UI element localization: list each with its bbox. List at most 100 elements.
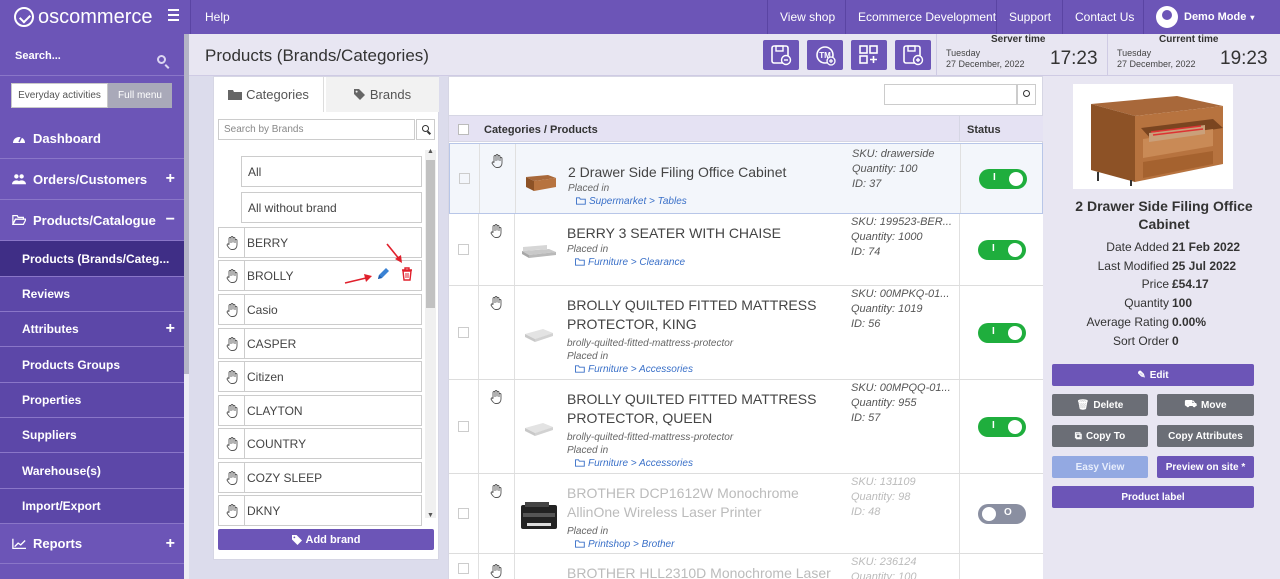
menu-toggle-icon[interactable]	[168, 9, 179, 21]
drag-hand-icon[interactable]	[219, 395, 245, 426]
brand-item[interactable]: DKNY	[218, 495, 422, 526]
product-name[interactable]: BROTHER HLL2310D Monochrome Laser	[567, 564, 842, 579]
brand-item[interactable]: COZY SLEEP	[218, 462, 422, 493]
everyday-activities-toggle[interactable]: Everyday activities	[11, 83, 108, 108]
brand-search-button[interactable]	[416, 119, 435, 140]
search-icon[interactable]	[157, 55, 166, 64]
brand-list-scrollbar[interactable]: ▲ ▼	[425, 148, 436, 519]
drag-handle[interactable]	[479, 286, 515, 379]
category-link[interactable]: Printshop	[588, 539, 630, 550]
expand-plus-icon[interactable]: +	[166, 320, 175, 338]
select-all-checkbox[interactable]	[458, 124, 469, 135]
drag-handle[interactable]	[479, 554, 515, 579]
support-link[interactable]: Support	[996, 0, 1063, 34]
table-row[interactable]: BROLLY QUILTED FITTED MATTRESS PROTECTOR…	[449, 286, 1043, 380]
row-checkbox[interactable]	[458, 243, 469, 255]
row-checkbox[interactable]	[458, 562, 469, 574]
brand-item[interactable]: COUNTRY	[218, 428, 422, 459]
category-link[interactable]: Brother	[642, 539, 675, 550]
sidebar-item-products-groups[interactable]: Products Groups	[0, 347, 184, 383]
add-brand-button[interactable]: Add brand	[218, 529, 434, 550]
status-toggle[interactable]: I	[978, 416, 1026, 437]
drag-hand-icon[interactable]	[219, 462, 245, 493]
drag-hand-icon[interactable]	[219, 495, 245, 526]
expand-plus-icon[interactable]: +	[166, 535, 175, 553]
drag-handle[interactable]	[479, 380, 515, 473]
table-row[interactable]: 2 Drawer Side Filing Office Cabinet Place…	[449, 143, 1043, 214]
product-name[interactable]: 2 Drawer Side Filing Office Cabinet	[568, 163, 843, 182]
brand-item[interactable]: Casio	[218, 294, 422, 325]
easy-view-button[interactable]: Easy View	[1052, 456, 1148, 478]
brand-search-input[interactable]: Search by Brands	[218, 119, 415, 140]
row-checkbox[interactable]	[458, 326, 469, 338]
row-checkbox[interactable]	[458, 507, 469, 519]
drag-hand-icon[interactable]	[219, 361, 245, 392]
drag-handle[interactable]	[480, 144, 516, 213]
ecommerce-development-link[interactable]: Ecommerce Development	[845, 0, 1008, 34]
add-category-grid-button[interactable]	[851, 40, 887, 70]
table-row[interactable]: BROLLY QUILTED FITTED MATTRESS PROTECTOR…	[449, 380, 1043, 474]
table-row[interactable]: BROTHER HLL2310D Monochrome Laser SKU: 23…	[449, 554, 1043, 579]
copy-to-button[interactable]: ⧉ Copy To	[1052, 425, 1148, 447]
scroll-down-icon[interactable]: ▼	[427, 512, 434, 519]
preview-on-site-button[interactable]: Preview on site *	[1157, 456, 1254, 478]
help-link[interactable]: Help	[190, 0, 244, 34]
product-name[interactable]: BROLLY QUILTED FITTED MATTRESS PROTECTOR…	[567, 296, 842, 334]
delete-button[interactable]: 🗑 Delete	[1052, 394, 1148, 416]
status-toggle[interactable]: I	[978, 322, 1026, 343]
view-shop-link[interactable]: View shop	[767, 0, 847, 34]
collapse-minus-icon[interactable]: −	[166, 211, 175, 229]
trademark-brand-button[interactable]: TM	[807, 40, 843, 70]
delete-trash-icon[interactable]	[401, 267, 413, 281]
sidebar-item-products-catalogue[interactable]: Products/Catalogue −	[0, 200, 184, 241]
tab-brands[interactable]: Brands	[326, 77, 439, 112]
sidebar-search[interactable]: Search...	[0, 34, 184, 76]
category-link[interactable]: Furniture	[588, 257, 628, 268]
status-toggle[interactable]: I	[979, 168, 1027, 189]
sidebar-item-reports[interactable]: Reports +	[0, 524, 184, 564]
drag-hand-icon[interactable]	[219, 294, 245, 325]
sidebar-item-warehouses[interactable]: Warehouse(s)	[0, 453, 184, 489]
brand-item[interactable]: CLAYTON	[218, 395, 422, 426]
status-toggle[interactable]: I	[978, 239, 1026, 260]
category-link[interactable]: Clearance	[639, 257, 685, 268]
edit-pencil-icon[interactable]	[377, 267, 390, 280]
sidebar-item-orders-customers[interactable]: Orders/Customers +	[0, 159, 184, 200]
category-link[interactable]: Tables	[658, 196, 687, 207]
sidebar-item-properties[interactable]: Properties	[0, 383, 184, 418]
add-product-button[interactable]	[895, 40, 931, 70]
product-name[interactable]: BROTHER DCP1612W Monochrome AllinOne Wir…	[567, 484, 842, 522]
sidebar-item-import-export[interactable]: Import/Export	[0, 489, 184, 524]
brand-item[interactable]: Citizen	[218, 361, 422, 392]
logo[interactable]: oscommerce	[0, 0, 188, 34]
product-search-button[interactable]	[1017, 84, 1036, 105]
full-menu-toggle[interactable]: Full menu	[108, 83, 172, 108]
product-name[interactable]: BROLLY QUILTED FITTED MATTRESS PROTECTOR…	[567, 390, 842, 428]
edit-button[interactable]: ✎ Edit	[1052, 364, 1254, 386]
status-toggle[interactable]: O	[978, 503, 1026, 524]
drag-handle[interactable]	[479, 474, 515, 553]
drag-hand-icon[interactable]	[219, 428, 245, 459]
sidebar-item-dashboard[interactable]: Dashboard	[0, 118, 184, 159]
row-checkbox[interactable]	[458, 420, 469, 432]
contact-us-link[interactable]: Contact Us	[1062, 0, 1146, 34]
brand-filter-without-brand[interactable]: All without brand	[241, 192, 422, 223]
tab-categories[interactable]: Categories	[214, 77, 324, 112]
sidebar-item-attributes[interactable]: Attributes +	[0, 312, 184, 347]
move-button[interactable]: ⛟ Move	[1157, 394, 1254, 416]
sidebar-item-products-brands-categories[interactable]: Products (Brands/Categ...	[0, 241, 184, 277]
copy-attributes-button[interactable]: Copy Attributes	[1157, 425, 1254, 447]
table-row[interactable]: BROTHER DCP1612W Monochrome AllinOne Wir…	[449, 474, 1043, 554]
category-link[interactable]: Supermarket	[589, 196, 646, 207]
save-remove-button[interactable]	[763, 40, 799, 70]
demo-mode-menu[interactable]: Demo Mode ▾	[1143, 0, 1280, 34]
drag-handle[interactable]	[479, 214, 515, 285]
scroll-up-icon[interactable]: ▲	[427, 148, 434, 155]
brand-filter-all[interactable]: All	[241, 156, 422, 187]
brand-item[interactable]: CASPER	[218, 328, 422, 359]
product-label-button[interactable]: Product label	[1052, 486, 1254, 508]
expand-plus-icon[interactable]: +	[166, 170, 175, 188]
category-link[interactable]: Furniture	[588, 458, 628, 469]
category-link[interactable]: Furniture	[588, 364, 628, 375]
drag-hand-icon[interactable]	[219, 227, 245, 258]
